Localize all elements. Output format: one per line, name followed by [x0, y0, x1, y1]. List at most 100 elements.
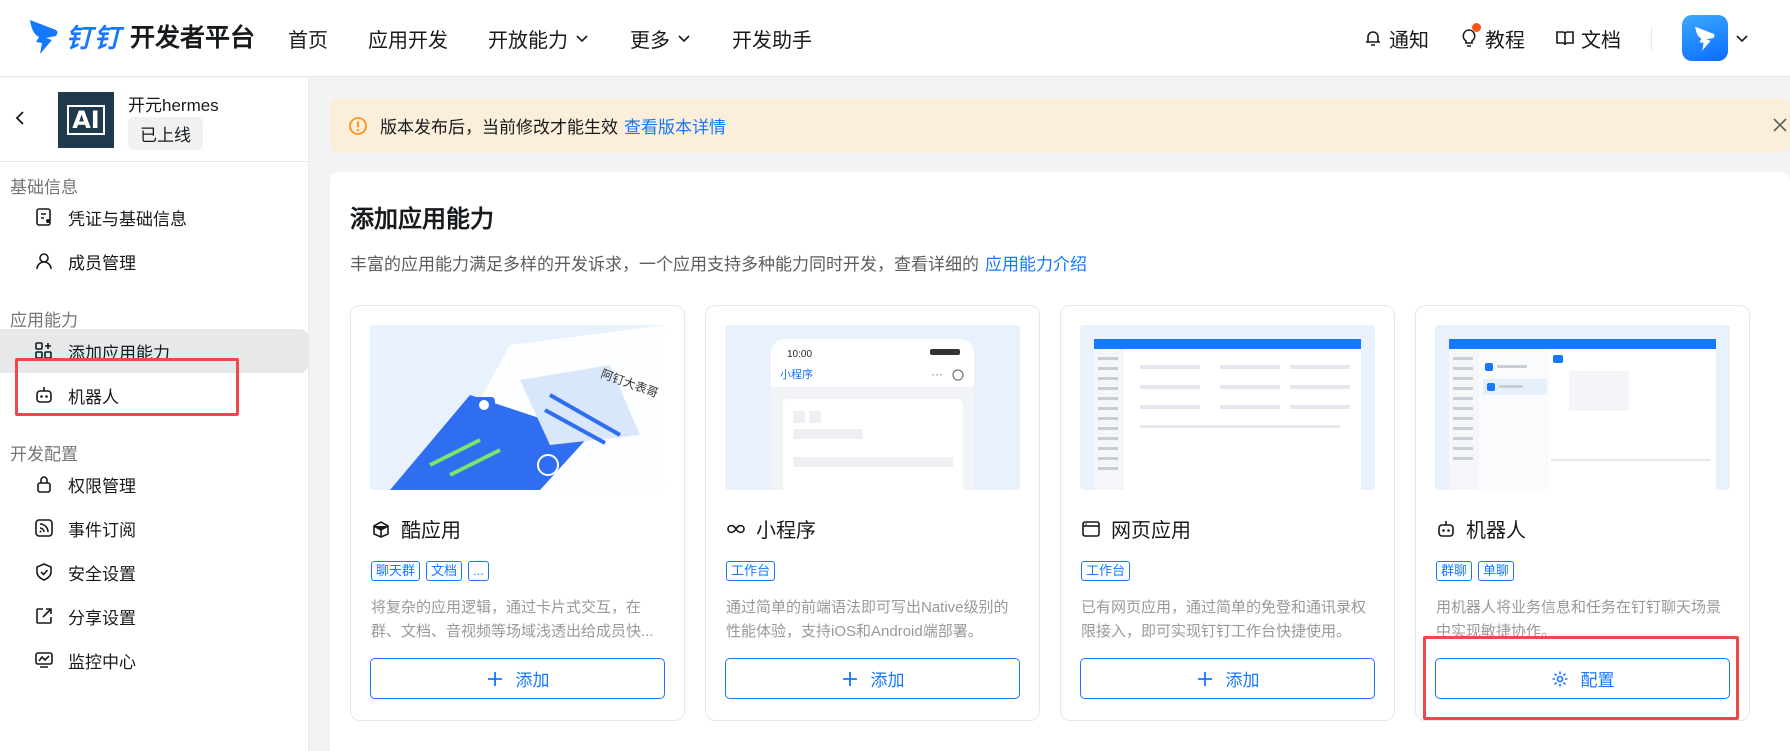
apps-add-icon	[35, 342, 52, 359]
nav-more[interactable]: 更多	[630, 22, 692, 54]
tag: 聊天群	[371, 561, 421, 581]
nav-app-dev-label: 应用开发	[368, 29, 448, 52]
tag-more[interactable]: ...	[468, 561, 489, 581]
version-detail-link[interactable]: 查看版本详情	[624, 113, 726, 138]
sidebar-item-members[interactable]: 成员管理	[0, 239, 308, 283]
status-badge: 已上线	[128, 117, 203, 150]
svg-text:···: ···	[931, 367, 943, 381]
user-icon	[36, 253, 52, 270]
cool-app-illustration: 阿钉大表哥	[370, 325, 665, 490]
brand-dd-text: 钉钉	[66, 22, 123, 53]
nav-open-capability[interactable]: 开放能力	[488, 22, 590, 54]
sidebar-item-label: 权限管理	[68, 476, 136, 496]
sidebar-item-robot[interactable]: 机器人	[0, 373, 308, 417]
tutorial-label: 教程	[1485, 29, 1525, 52]
add-button[interactable]: 添加	[725, 658, 1020, 699]
bell-icon	[1366, 31, 1380, 46]
book-icon	[1556, 31, 1574, 46]
chevron-down-icon[interactable]	[1734, 30, 1750, 46]
docs-label: 文档	[1581, 29, 1621, 52]
tag: 文档	[426, 561, 463, 581]
sidebar-item-share[interactable]: 分享设置	[0, 594, 308, 638]
web-app-illustration	[1080, 325, 1375, 490]
tag-list: 群聊 单聊	[1436, 561, 1520, 581]
docs-button[interactable]: 文档	[1555, 24, 1621, 53]
app-icon-text: AI	[67, 105, 105, 135]
card-title: 酷应用	[371, 514, 461, 543]
shield-icon	[36, 563, 52, 581]
plus-icon	[487, 671, 502, 686]
notice-text: 版本发布后，当前修改才能生效	[380, 118, 618, 137]
card-description: 通过简单的前端语法即可写出Native级别的性能体验，支持iOS和Android…	[726, 599, 1009, 640]
card-title-text: 网页应用	[1111, 520, 1191, 542]
page-description-text: 丰富的应用能力满足多样的开发诉求，一个应用支持多种能力同时开发，查看详细的	[350, 255, 979, 274]
robot-icon	[1438, 520, 1454, 537]
section-capability: 应用能力	[10, 311, 78, 330]
cool-app-icon	[373, 520, 389, 538]
card-illustration	[1435, 325, 1730, 490]
app-icon: AI	[58, 92, 114, 148]
add-button[interactable]: 添加	[1080, 658, 1375, 699]
sidebar-item-security[interactable]: 安全设置	[0, 550, 308, 594]
sidebar-item-add-capability[interactable]: 添加应用能力	[0, 329, 308, 373]
illustration-time: 10:00	[787, 349, 812, 360]
capability-intro-link[interactable]: 应用能力介绍	[985, 255, 1087, 274]
brand-logo[interactable]: 钉钉 开发者平台	[28, 14, 255, 58]
plus-icon	[842, 671, 857, 686]
sidebar-item-monitor[interactable]: 监控中心	[0, 638, 308, 682]
tag-list: 工作台	[1081, 561, 1136, 581]
card-title: 小程序	[726, 514, 816, 543]
avatar[interactable]	[1682, 15, 1728, 61]
sidebar-item-events[interactable]: 事件订阅	[0, 506, 308, 550]
sidebar-item-label: 监控中心	[68, 652, 136, 672]
tag: 工作台	[1081, 561, 1131, 581]
notify-label: 通知	[1389, 29, 1429, 52]
notification-dot	[1472, 22, 1481, 32]
configure-button[interactable]: 配置	[1435, 658, 1730, 699]
capability-card-web-app: 网页应用 工作台 已有网页应用，通过简单的免登和通讯录权限接入，即可实现钉钉工作…	[1060, 305, 1395, 721]
right-nav: 通知 教程 文档	[1333, 15, 1750, 61]
notice-banner: 版本发布后，当前修改才能生效 查看版本详情	[330, 98, 1790, 153]
browser-window-icon	[1082, 520, 1100, 537]
sidebar-item-label: 分享设置	[68, 608, 136, 628]
robot-icon	[36, 387, 52, 403]
sidebar-item-label: 添加应用能力	[68, 343, 170, 363]
notify-button[interactable]: 通知	[1363, 24, 1429, 53]
gear-icon	[1552, 671, 1567, 686]
rss-icon	[35, 519, 53, 537]
capability-card-cool-app: 阿钉大表哥 酷应用 聊天群 文档 ... 将复杂的应用逻辑，通过卡片式交互，在群…	[350, 305, 685, 721]
infinity-icon	[727, 524, 745, 533]
sidebar-item-label: 事件订阅	[68, 520, 136, 540]
sidebar-item-permissions[interactable]: 权限管理	[0, 462, 308, 506]
nav-dev-assistant[interactable]: 开发助手	[732, 22, 812, 54]
sidebar-item-credentials[interactable]: 凭证与基础信息	[0, 195, 308, 239]
tutorial-button[interactable]: 教程	[1459, 22, 1525, 53]
tag: 单聊	[1478, 561, 1515, 581]
tag-list: 聊天群 文档 ...	[371, 561, 495, 581]
capability-card-mini-program: 10:00 小程序 ··· 小程序 工作台 通过简单的前端语法即可写出Nativ…	[705, 305, 1040, 721]
app-name: 开元hermes	[128, 96, 219, 115]
sidebar-item-label: 安全设置	[68, 564, 136, 584]
dingtalk-avatar-icon	[1695, 26, 1715, 51]
top-navbar: 钉钉 开发者平台 首页 应用开发 开放能力 更多 开发助手 通知 教程 文档	[0, 0, 1790, 77]
page-description: 丰富的应用能力满足多样的开发诉求，一个应用支持多种能力同时开发，查看详细的 应用能…	[350, 250, 1087, 275]
nav-app-dev[interactable]: 应用开发	[368, 22, 448, 54]
lock-icon	[37, 476, 51, 493]
tag: 群聊	[1436, 561, 1473, 581]
nav-home[interactable]: 首页	[288, 22, 328, 54]
capability-panel: 添加应用能力 丰富的应用能力满足多样的开发诉求，一个应用支持多种能力同时开发，查…	[330, 172, 1790, 751]
illustration-title: 小程序	[780, 367, 813, 381]
add-button-label: 添加	[870, 671, 905, 690]
sidebar: AI 开元hermes 已上线 基础信息 凭证与基础信息 成员管理 应用能力 添…	[0, 78, 309, 751]
tag: 工作台	[726, 561, 776, 581]
card-illustration	[1080, 325, 1375, 490]
main-nav: 首页 应用开发 开放能力 更多 开发助手	[288, 22, 852, 54]
info-icon	[349, 116, 367, 135]
back-arrow-icon[interactable]	[10, 108, 30, 128]
card-title-text: 酷应用	[401, 520, 461, 542]
nav-dev-assistant-label: 开发助手	[732, 29, 812, 52]
card-title-text: 小程序	[756, 520, 816, 542]
add-button[interactable]: 添加	[370, 658, 665, 699]
close-icon[interactable]	[1770, 115, 1790, 135]
nav-more-label: 更多	[630, 29, 670, 52]
